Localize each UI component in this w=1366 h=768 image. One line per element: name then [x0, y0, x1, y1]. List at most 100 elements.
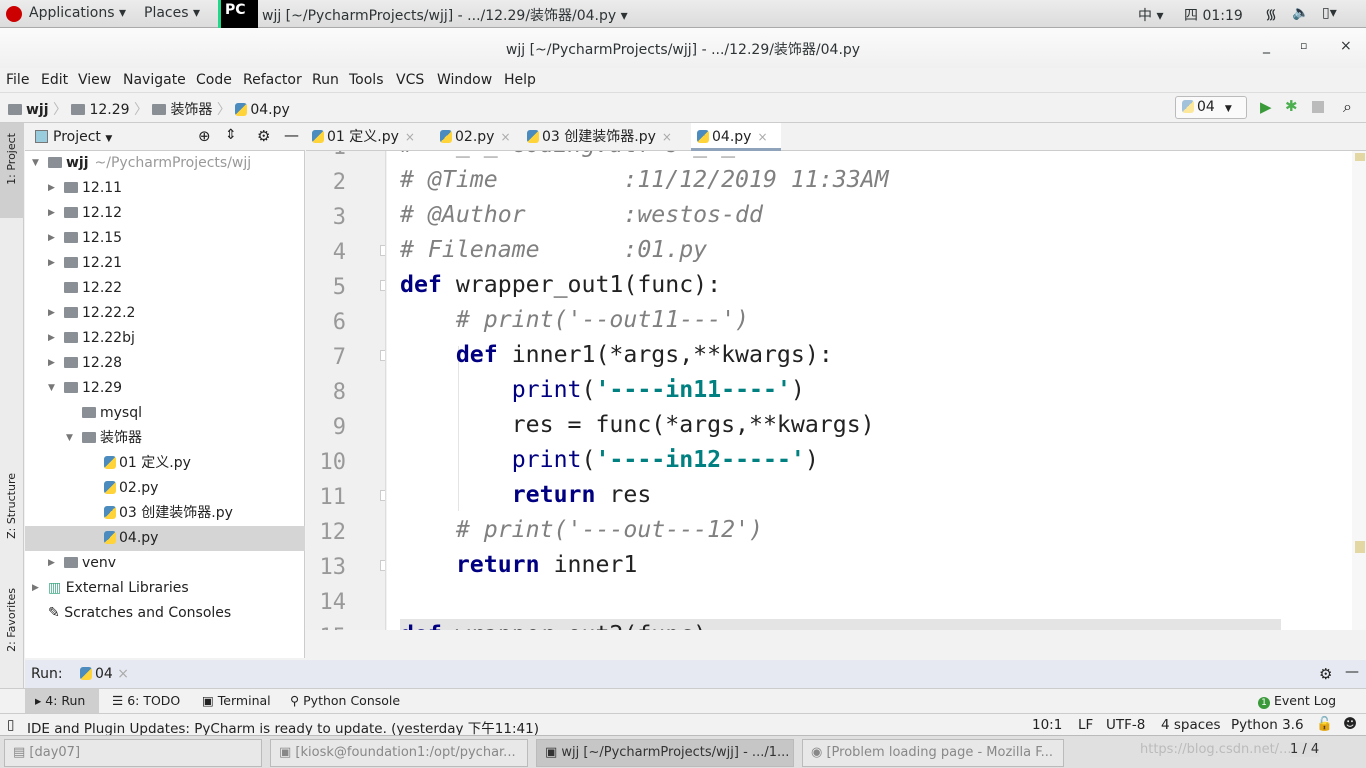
maximize-button[interactable]: ▫: [1300, 39, 1307, 52]
tree-item[interactable]: ▼ 12.29: [25, 376, 305, 401]
tab-02[interactable]: 02.py ×: [434, 123, 511, 151]
scroll-thumb[interactable]: [1355, 541, 1365, 553]
expanded-arrow-icon[interactable]: ▼: [66, 426, 73, 451]
search-icon[interactable]: ⌕: [1343, 97, 1352, 117]
collapsed-arrow-icon[interactable]: ▶: [32, 576, 39, 601]
tab-01[interactable]: 01 定义.py ×: [306, 123, 415, 151]
close-tab-icon[interactable]: ×: [500, 130, 510, 144]
line-separator[interactable]: LF: [1078, 717, 1093, 733]
breadcrumb-item[interactable]: wjj: [26, 102, 49, 118]
collapse-all-icon[interactable]: ⇕: [225, 127, 237, 143]
taskbar-item[interactable]: ▤ [day07]: [4, 739, 262, 767]
collapsed-arrow-icon[interactable]: ▶: [48, 201, 55, 226]
code-line[interactable]: def wrapper_out2(func):: [400, 617, 721, 630]
code-line[interactable]: # print('---out---12'): [400, 512, 763, 547]
clock[interactable]: 四 01:19: [1184, 5, 1243, 25]
tool-tab-run[interactable]: ▸ 4: Run: [25, 689, 99, 713]
expanded-arrow-icon[interactable]: ▼: [32, 151, 39, 176]
code-line[interactable]: res = func(*args,**kwargs): [400, 407, 875, 442]
menu-window[interactable]: Window: [437, 72, 492, 88]
tree-item[interactable]: ▶ 12.12: [25, 201, 305, 226]
close-tab-icon[interactable]: ×: [405, 130, 415, 144]
tree-item[interactable]: ▼ 装饰器: [25, 426, 305, 451]
notification-icon[interactable]: ▯: [7, 717, 14, 733]
code-line[interactable]: print('----in12-----'): [400, 442, 819, 477]
fold-marker-icon[interactable]: [380, 350, 385, 361]
tree-item[interactable]: ▶ venv: [25, 551, 305, 576]
code-line[interactable]: return res: [400, 477, 652, 512]
menu-tools[interactable]: Tools: [349, 72, 384, 88]
tree-item[interactable]: ▼ wjj ~/PycharmProjects/wjj: [25, 151, 305, 176]
tree-item[interactable]: 03 创建装饰器.py: [25, 501, 305, 526]
menu-edit[interactable]: Edit: [41, 72, 68, 88]
tree-item[interactable]: ▶ ▥ External Libraries: [25, 576, 305, 601]
event-log-button[interactable]: 1 Event Log: [1258, 693, 1336, 709]
tree-item[interactable]: ▶ 12.21: [25, 251, 305, 276]
collapsed-arrow-icon[interactable]: ▶: [48, 176, 55, 201]
tab-04-active[interactable]: 04.py ×: [691, 123, 781, 151]
collapsed-arrow-icon[interactable]: ▶: [48, 226, 55, 251]
menu-refactor[interactable]: Refactor: [243, 72, 302, 88]
code-area[interactable]: # _*_ coding:utf-8 _*_# @Time :11/12/201…: [387, 151, 1352, 630]
caret-position[interactable]: 10:1: [1032, 717, 1062, 733]
menu-help[interactable]: Help: [504, 72, 536, 88]
code-line[interactable]: # Filename :01.py: [400, 232, 707, 267]
hide-panel-icon[interactable]: —: [284, 126, 299, 144]
tree-item[interactable]: 04.py: [25, 526, 305, 551]
tree-item[interactable]: 01 定义.py: [25, 451, 305, 476]
input-method-menu[interactable]: 中 ▾: [1138, 5, 1163, 25]
taskbar-item-active[interactable]: ▣ wjj [~/PycharmProjects/wjj] - .../1...: [536, 739, 794, 767]
tree-item[interactable]: 12.22: [25, 276, 305, 301]
tree-item[interactable]: ▶ 12.11: [25, 176, 305, 201]
breadcrumb-item[interactable]: 04.py: [250, 102, 289, 118]
tree-item[interactable]: mysql: [25, 401, 305, 426]
expanded-arrow-icon[interactable]: ▼: [48, 376, 55, 401]
structure-tool-tab[interactable]: Z: Structure: [0, 473, 24, 568]
fold-marker-icon[interactable]: [380, 245, 385, 256]
project-view-select[interactable]: Project ▼: [53, 129, 112, 145]
hide-panel-icon[interactable]: —: [1345, 664, 1359, 680]
tree-item[interactable]: 02.py: [25, 476, 305, 501]
collapsed-arrow-icon[interactable]: ▶: [48, 251, 55, 276]
breadcrumb-item[interactable]: 12.29: [89, 102, 129, 118]
code-line[interactable]: # _*_ coding:utf-8 _*_: [400, 151, 735, 162]
places-menu[interactable]: Places ▾: [144, 5, 200, 21]
code-line[interactable]: print('----in11----'): [400, 372, 805, 407]
code-editor[interactable]: 123456789101112131415 # _*_ coding:utf-8…: [306, 151, 1366, 658]
debug-bug-icon[interactable]: ✱: [1285, 97, 1298, 115]
collapsed-arrow-icon[interactable]: ▶: [48, 351, 55, 376]
menu-navigate[interactable]: Navigate: [123, 72, 186, 88]
fold-marker-icon[interactable]: [380, 560, 385, 571]
menu-vcs[interactable]: VCS: [396, 72, 424, 88]
locate-icon[interactable]: ⊕: [198, 127, 211, 145]
code-line[interactable]: def inner1(*args,**kwargs):: [400, 337, 833, 372]
menu-view[interactable]: View: [78, 72, 111, 88]
tree-item[interactable]: ▶ 12.28: [25, 351, 305, 376]
menu-run[interactable]: Run: [312, 72, 339, 88]
applications-menu[interactable]: Applications ▾: [29, 5, 126, 21]
code-line[interactable]: # @Time :11/12/2019 11:33AM: [400, 162, 889, 197]
fold-marker-icon[interactable]: [380, 490, 385, 501]
close-tab-icon[interactable]: ×: [662, 130, 672, 144]
menu-file[interactable]: File: [6, 72, 29, 88]
run-config-select[interactable]: 04 ▼: [1175, 96, 1247, 119]
run-tab[interactable]: 04 ×: [80, 666, 129, 682]
project-tool-tab[interactable]: 1: Project: [0, 123, 24, 218]
run-button[interactable]: ▶: [1260, 98, 1272, 116]
collapsed-arrow-icon[interactable]: ▶: [48, 301, 55, 326]
tree-item[interactable]: ▶ 12.22.2: [25, 301, 305, 326]
file-encoding[interactable]: UTF-8: [1106, 717, 1145, 733]
minimize-button[interactable]: _: [1263, 38, 1270, 54]
breadcrumb-item[interactable]: 装饰器: [170, 102, 212, 118]
tree-item[interactable]: ▶ 12.22bj: [25, 326, 305, 351]
tool-tab-python-console[interactable]: ⚲ Python Console: [290, 693, 400, 708]
gear-icon[interactable]: ⚙: [257, 127, 270, 145]
close-tab-icon[interactable]: ×: [757, 130, 767, 144]
taskbar-item[interactable]: ◉ [Problem loading page - Mozilla F...: [802, 739, 1064, 767]
collapsed-arrow-icon[interactable]: ▶: [48, 326, 55, 351]
tool-tab-todo[interactable]: ☰ 6: TODO: [112, 693, 180, 708]
active-window-menu[interactable]: wjj [~/PycharmProjects/wjj] - .../12.29/…: [262, 5, 628, 25]
fold-marker-icon[interactable]: [380, 280, 385, 291]
lock-icon[interactable]: 🔓: [1316, 716, 1333, 732]
workspace-pager[interactable]: 1 / 4: [1290, 742, 1320, 757]
